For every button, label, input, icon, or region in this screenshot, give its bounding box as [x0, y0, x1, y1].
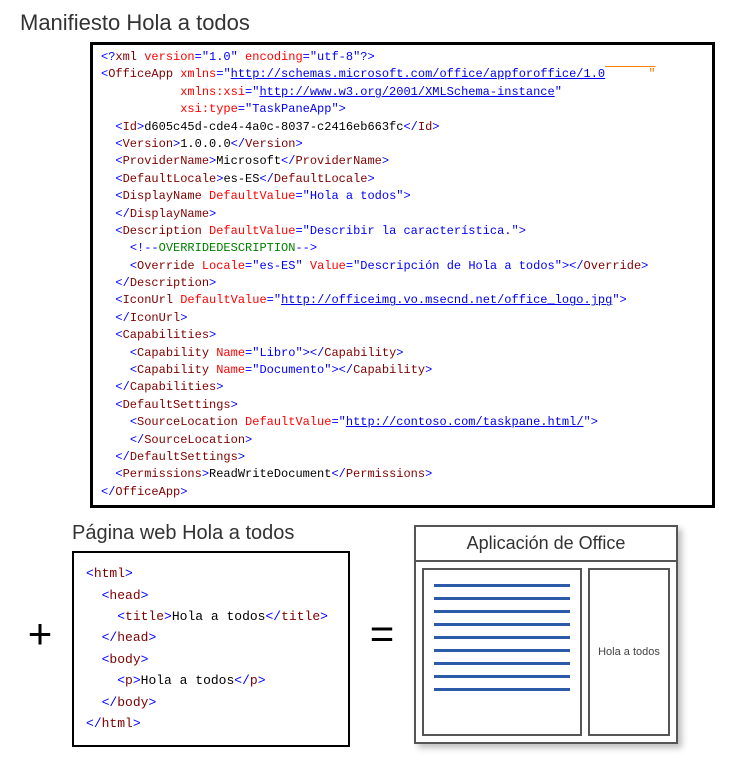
webpage-title: Página web Hola a todos — [72, 522, 350, 545]
doc-line — [434, 623, 570, 626]
equals-symbol: = — [362, 610, 402, 658]
manifest-title: Manifiesto Hola a todos — [20, 10, 715, 36]
webpage-code: <html> <head> <title>Hola a todos</title… — [72, 551, 350, 747]
task-pane: Hola a todos — [588, 568, 670, 736]
equation-row: + Página web Hola a todos <html> <head> … — [20, 522, 715, 747]
office-app-mock: Aplicación de Office Hola a todos — [414, 525, 678, 744]
doc-line — [434, 636, 570, 639]
doc-line — [434, 662, 570, 665]
doc-line — [434, 610, 570, 613]
plus-symbol: + — [20, 610, 60, 658]
doc-line — [434, 675, 570, 678]
manifest-code: <?xml version="1.0" encoding="utf-8"?> <… — [90, 42, 715, 508]
doc-line — [434, 688, 570, 691]
doc-line — [434, 649, 570, 652]
document-area — [422, 568, 582, 736]
doc-line — [434, 597, 570, 600]
app-mock-title: Aplicación de Office — [416, 527, 676, 562]
doc-line — [434, 584, 570, 587]
